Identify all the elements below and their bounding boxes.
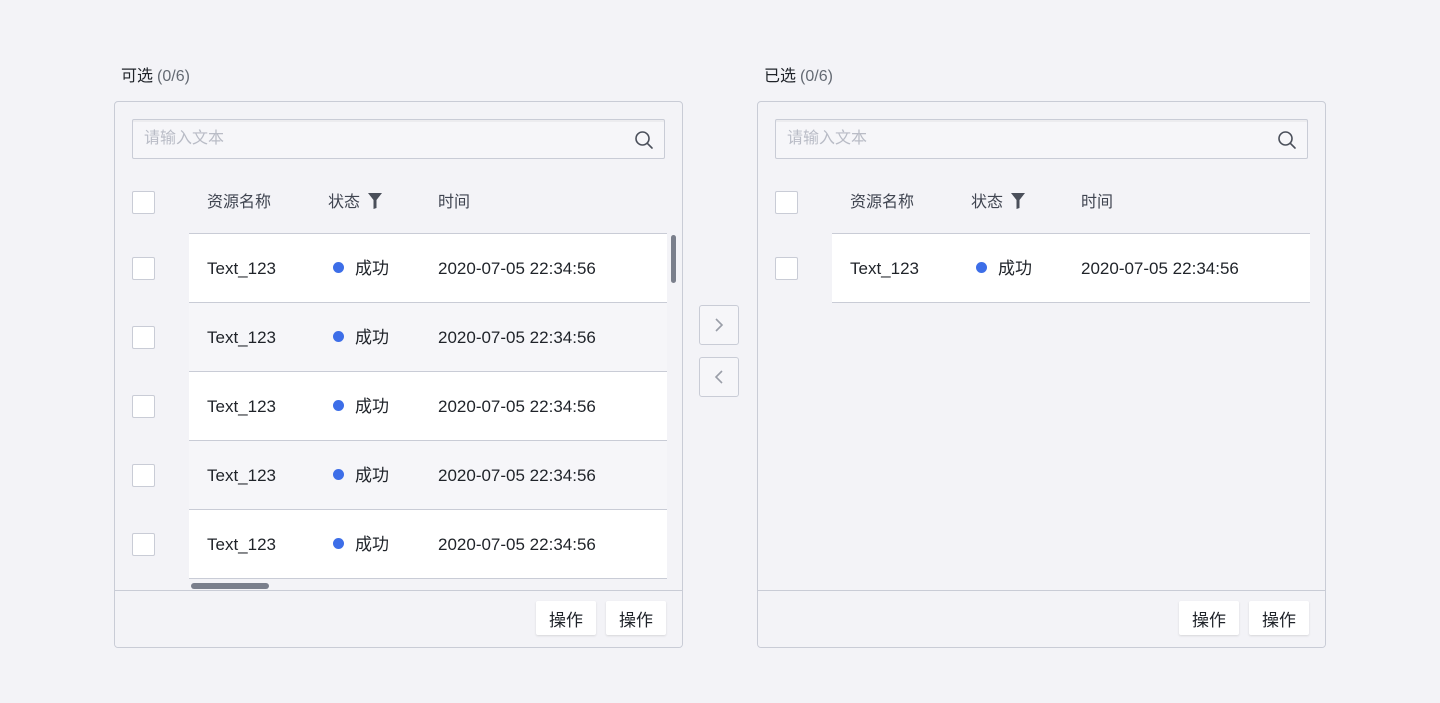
right-panel-title: 已选 (0/6) bbox=[764, 66, 833, 88]
row-status: 成功 bbox=[333, 465, 389, 487]
right-search-box bbox=[775, 119, 1308, 159]
row-status: 成功 bbox=[333, 534, 389, 556]
status-dot bbox=[333, 538, 344, 549]
table-row[interactable]: Text_123 成功 2020-07-05 22:34:56 bbox=[115, 303, 682, 372]
row-status-text: 成功 bbox=[355, 535, 389, 554]
column-header-time: 时间 bbox=[1081, 194, 1114, 211]
row-status-text: 成功 bbox=[355, 466, 389, 485]
row-time: 2020-07-05 22:34:56 bbox=[438, 535, 596, 554]
left-action-button-1[interactable]: 操作 bbox=[536, 601, 596, 635]
horizontal-scrollbar[interactable] bbox=[191, 583, 269, 589]
left-table-body: Text_123 成功 2020-07-05 22:34:56 Text_123… bbox=[115, 234, 682, 579]
right-select-all-checkbox[interactable] bbox=[775, 191, 798, 214]
row-time: 2020-07-05 22:34:56 bbox=[1081, 259, 1239, 278]
chevron-left-icon bbox=[714, 370, 723, 384]
move-left-button[interactable] bbox=[699, 357, 739, 397]
row-status-text: 成功 bbox=[355, 397, 389, 416]
row-name: Text_123 bbox=[850, 259, 919, 278]
left-action-button-2[interactable]: 操作 bbox=[606, 601, 666, 635]
row-checkbox[interactable] bbox=[132, 395, 155, 418]
move-right-button[interactable] bbox=[699, 305, 739, 345]
right-panel-title-text: 已选 bbox=[764, 68, 797, 85]
filter-icon[interactable] bbox=[1011, 193, 1026, 209]
right-table: 资源名称 状态 时间 Text_123 成功 2020-07-05 22:34:… bbox=[758, 172, 1325, 303]
row-checkbox[interactable] bbox=[132, 464, 155, 487]
row-status: 成功 bbox=[333, 396, 389, 418]
status-dot bbox=[976, 262, 987, 273]
vertical-scrollbar[interactable] bbox=[671, 235, 676, 283]
search-icon[interactable] bbox=[1277, 130, 1297, 150]
chevron-right-icon bbox=[715, 318, 724, 332]
row-name: Text_123 bbox=[207, 259, 276, 278]
row-checkbox[interactable] bbox=[132, 533, 155, 556]
row-time: 2020-07-05 22:34:56 bbox=[438, 328, 596, 347]
row-status: 成功 bbox=[333, 258, 389, 280]
row-checkbox[interactable] bbox=[132, 257, 155, 280]
row-time: 2020-07-05 22:34:56 bbox=[438, 397, 596, 416]
row-status-text: 成功 bbox=[355, 259, 389, 278]
table-row[interactable]: Text_123 成功 2020-07-05 22:34:56 bbox=[758, 234, 1325, 303]
left-panel-title: 可选 (0/6) bbox=[121, 66, 190, 88]
left-transfer-panel: 资源名称 状态 时间 Text_123 成功 2020-07-05 22:34:… bbox=[114, 101, 683, 648]
row-status: 成功 bbox=[976, 258, 1032, 280]
row-status-text: 成功 bbox=[355, 328, 389, 347]
right-search-input[interactable] bbox=[776, 120, 1266, 158]
column-header-time: 时间 bbox=[438, 194, 471, 211]
left-search-input[interactable] bbox=[133, 120, 623, 158]
row-name: Text_123 bbox=[207, 535, 276, 554]
right-panel-footer: 操作 操作 bbox=[758, 590, 1325, 647]
right-action-button-1[interactable]: 操作 bbox=[1179, 601, 1239, 635]
table-row[interactable]: Text_123 成功 2020-07-05 22:34:56 bbox=[115, 372, 682, 441]
row-status-text: 成功 bbox=[998, 259, 1032, 278]
row-time: 2020-07-05 22:34:56 bbox=[438, 466, 596, 485]
right-transfer-panel: 资源名称 状态 时间 Text_123 成功 2020-07-05 22:34:… bbox=[757, 101, 1326, 648]
left-panel-footer: 操作 操作 bbox=[115, 590, 682, 647]
status-dot bbox=[333, 331, 344, 342]
left-select-all-checkbox[interactable] bbox=[132, 191, 155, 214]
status-dot bbox=[333, 469, 344, 480]
left-panel-count: (0/6) bbox=[157, 68, 190, 85]
row-name: Text_123 bbox=[207, 397, 276, 416]
right-table-header: 资源名称 状态 时间 bbox=[832, 172, 1310, 234]
column-header-name: 资源名称 bbox=[207, 194, 272, 211]
right-panel-count: (0/6) bbox=[800, 68, 833, 85]
search-icon[interactable] bbox=[634, 130, 654, 150]
left-panel-title-text: 可选 bbox=[121, 68, 154, 85]
status-dot bbox=[333, 400, 344, 411]
status-dot bbox=[333, 262, 344, 273]
row-name: Text_123 bbox=[207, 466, 276, 485]
column-header-name: 资源名称 bbox=[850, 194, 915, 211]
row-time: 2020-07-05 22:34:56 bbox=[438, 259, 596, 278]
table-row[interactable]: Text_123 成功 2020-07-05 22:34:56 bbox=[115, 510, 682, 579]
right-action-button-2[interactable]: 操作 bbox=[1249, 601, 1309, 635]
row-checkbox[interactable] bbox=[132, 326, 155, 349]
column-header-status[interactable]: 状态 bbox=[328, 192, 383, 214]
row-checkbox[interactable] bbox=[775, 257, 798, 280]
table-row[interactable]: Text_123 成功 2020-07-05 22:34:56 bbox=[115, 234, 682, 303]
filter-icon[interactable] bbox=[368, 193, 383, 209]
left-table: 资源名称 状态 时间 Text_123 成功 2020-07-05 22:34:… bbox=[115, 172, 682, 579]
column-header-status-label: 状态 bbox=[328, 194, 361, 211]
row-status: 成功 bbox=[333, 327, 389, 349]
left-table-header: 资源名称 状态 时间 bbox=[189, 172, 667, 234]
left-search-box bbox=[132, 119, 665, 159]
column-header-status-label: 状态 bbox=[971, 194, 1004, 211]
table-row[interactable]: Text_123 成功 2020-07-05 22:34:56 bbox=[115, 441, 682, 510]
row-name: Text_123 bbox=[207, 328, 276, 347]
column-header-status[interactable]: 状态 bbox=[971, 192, 1026, 214]
right-table-body: Text_123 成功 2020-07-05 22:34:56 bbox=[758, 234, 1325, 303]
